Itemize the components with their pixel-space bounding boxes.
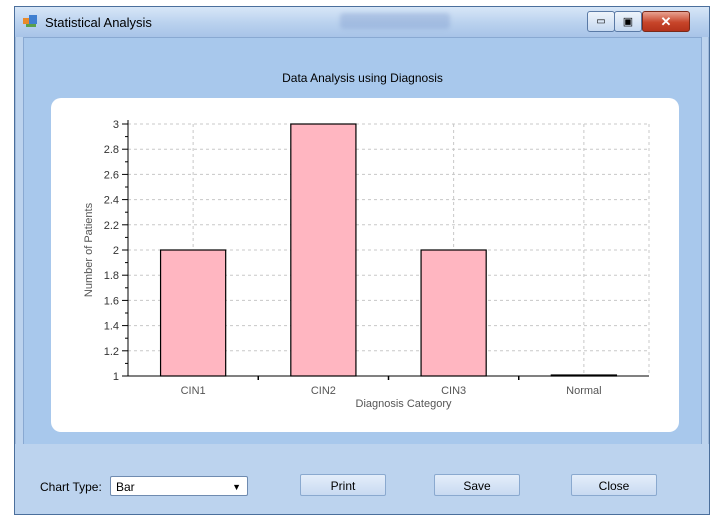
chart-type-value: Bar — [116, 480, 135, 494]
chart-type-label: Chart Type: — [40, 480, 102, 494]
chart-title: Data Analysis using Diagnosis — [282, 71, 443, 85]
chevron-down-icon: ▼ — [232, 482, 241, 492]
y-tick-label: 2 — [113, 245, 119, 257]
y-tick-label: 2.6 — [104, 169, 119, 181]
y-tick-label: 3 — [113, 119, 119, 131]
chart-panel: 1 1.2 1.4 1.6 1.8 2 2.2 2.4 2.6 2.8 3 CIN1 CIN2 CIN3 N… — [51, 98, 679, 432]
bottom-toolbar: Chart Type: Bar ▼ Print Save Close — [15, 444, 709, 514]
maximize-icon: ▣ — [622, 16, 634, 28]
y-tick-label: 1.6 — [104, 295, 119, 307]
save-button[interactable]: Save — [434, 474, 520, 496]
y-tick-label: 2.2 — [104, 220, 119, 232]
minimize-button[interactable]: ▭ — [587, 11, 615, 32]
x-tick-label: Normal — [566, 385, 601, 397]
y-tick-label: 1.8 — [104, 270, 119, 282]
close-icon: ✕ — [660, 13, 672, 29]
close-button[interactable]: Close — [571, 474, 657, 496]
title-bar[interactable]: Statistical Analysis ▭ ▣ ✕ — [15, 7, 709, 37]
y-tick-label: 1 — [113, 371, 119, 383]
y-tick-label: 1.4 — [104, 321, 119, 333]
window-title: Statistical Analysis — [45, 15, 152, 30]
title-ghost-text — [340, 13, 450, 29]
x-tick-label: CIN2 — [311, 385, 336, 397]
y-axis-title: Number of Patients — [83, 202, 95, 297]
minimize-icon: ▭ — [596, 16, 606, 27]
y-tick-label: 1.2 — [104, 346, 119, 358]
x-tick-label: CIN1 — [181, 385, 206, 397]
y-tick-label: 2.4 — [104, 195, 119, 207]
x-axis-title: Diagnosis Category — [356, 398, 452, 410]
x-tick-label: CIN3 — [441, 385, 466, 397]
y-tick-label: 2.8 — [104, 144, 119, 156]
close-window-button[interactable]: ✕ — [642, 11, 690, 32]
bar-chart: 1 1.2 1.4 1.6 1.8 2 2.2 2.4 2.6 2.8 3 CIN1 CIN2 CIN3 N… — [83, 119, 650, 410]
client-area: Data Analysis using Diagnosis 1 1.2 1.4 1.6… — [23, 37, 702, 446]
print-button[interactable]: Print — [300, 474, 386, 496]
maximize-button[interactable]: ▣ — [614, 11, 642, 32]
chart-type-select[interactable]: Bar ▼ — [110, 476, 248, 496]
statistical-analysis-window: Statistical Analysis ▭ ▣ ✕ Data Analysis… — [14, 6, 710, 515]
bar-cin1 — [159, 249, 227, 377]
bar-cin2 — [290, 123, 357, 377]
app-icon — [23, 15, 37, 27]
bar-cin3 — [420, 249, 487, 377]
